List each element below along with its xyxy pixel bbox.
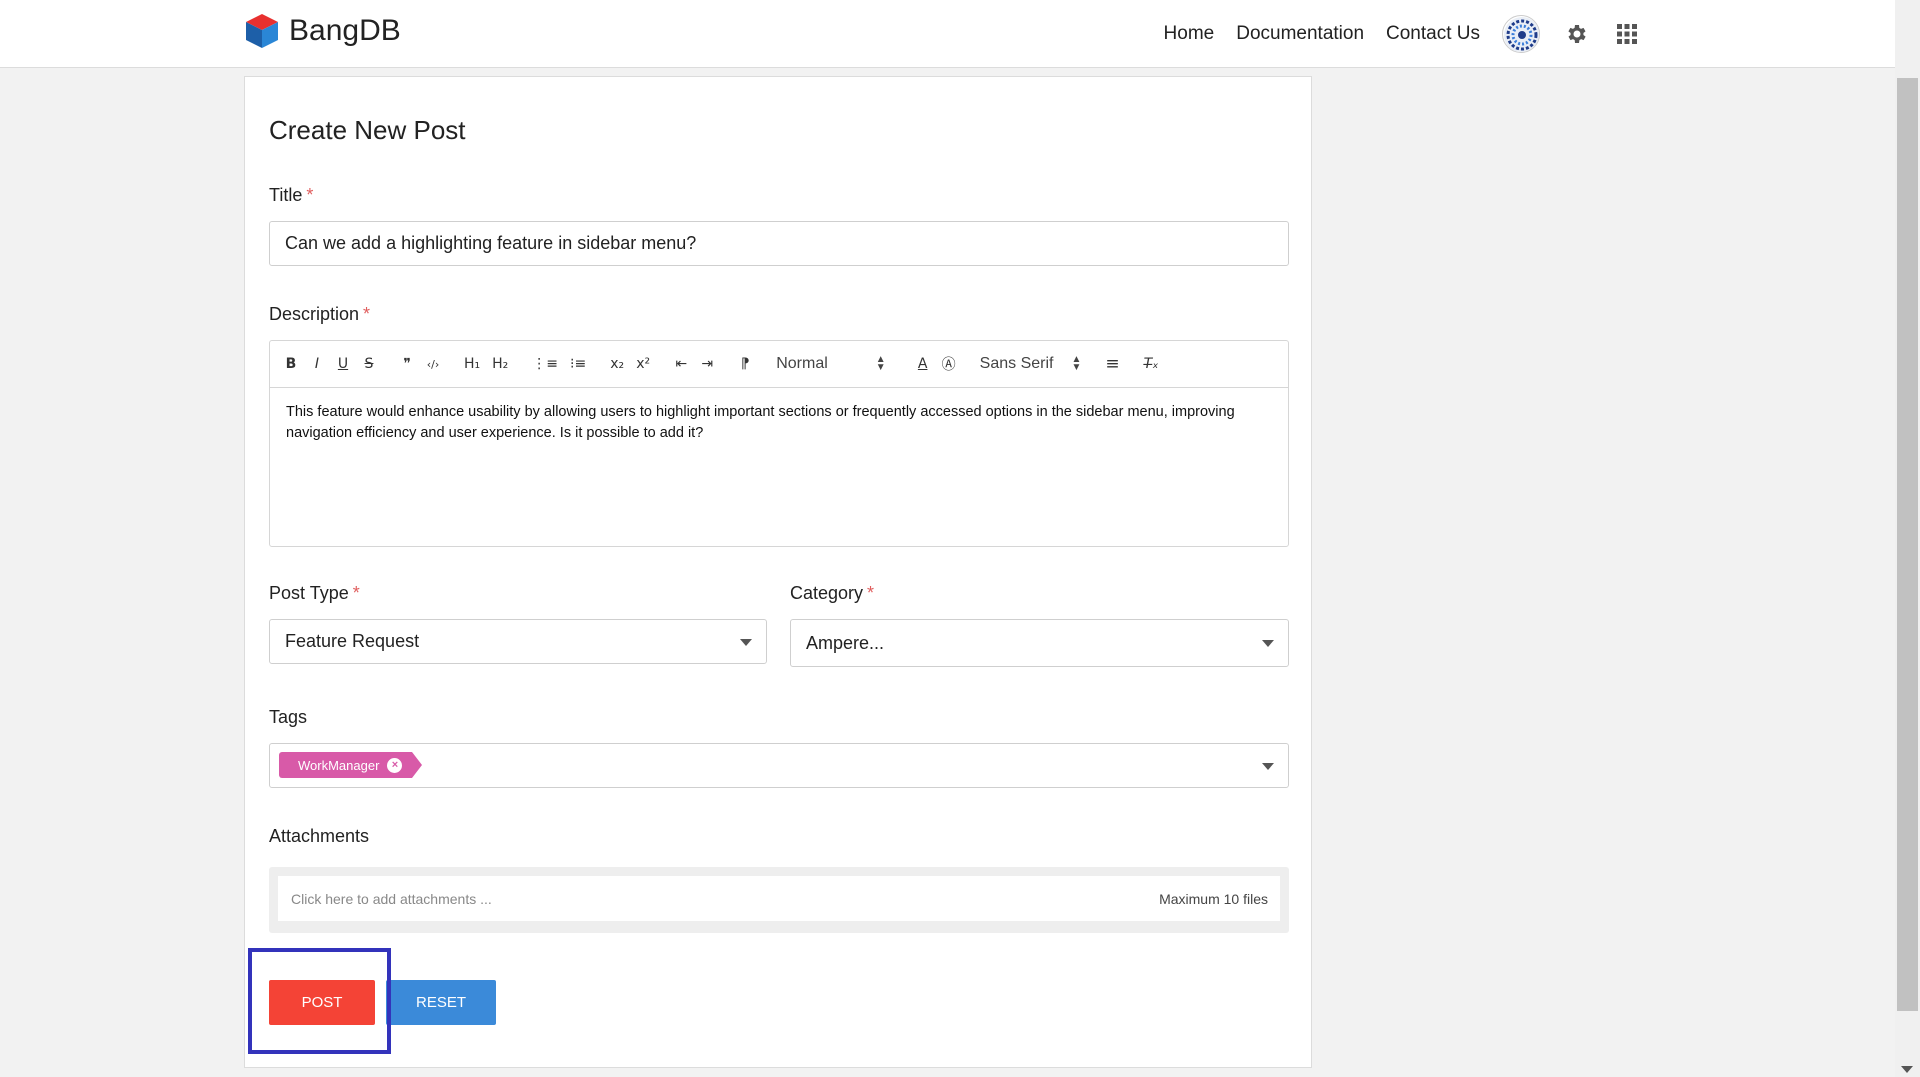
chevron-down-icon [1262,762,1274,770]
updown-icon: ▲ ▼ [1071,354,1082,373]
remove-tag-icon[interactable]: × [387,757,403,773]
attachments-label: Attachments [269,826,370,846]
category-select[interactable]: Ampere... [790,619,1289,667]
chevron-down-icon [1262,640,1274,647]
rich-text-editor: B I U S ❞ ‹/› H₁ H₂ ⋮≡ ⁝≡ x₂ x² ⇤ ⇥ ⁋ No… [269,340,1289,547]
text-direction-icon[interactable]: ⁋ [738,356,752,372]
chevron-down-icon [740,638,752,646]
post-type-value: Feature Request [285,631,420,651]
font-select-value: Sans Serif [979,355,1054,372]
attachments-input[interactable]: Click here to add attachments ... Maximu… [278,876,1280,921]
underline-button[interactable]: U [336,356,350,372]
title-input[interactable]: Can we add a highlighting feature in sid… [269,221,1289,266]
tag-label: WorkManager [298,757,380,773]
required-marker: * [867,583,875,603]
italic-button[interactable]: I [310,356,324,372]
top-nav: Home Documentation Contact Us [1142,0,1640,68]
post-type-select[interactable]: Feature Request [269,619,767,664]
apps-grid-icon[interactable] [1614,21,1640,47]
category-value: Ampere... [806,632,885,653]
strike-button[interactable]: S [362,356,376,372]
tags-label: Tags [269,707,308,727]
ordered-list-icon[interactable]: ⋮≡ [532,356,558,372]
font-select[interactable]: Sans Serif ▲ ▼ [980,355,1082,373]
scroll-down-arrow-icon[interactable] [1901,1066,1913,1073]
post-type-label: Post Type * [269,583,360,604]
page-scrollbar[interactable] [1895,0,1920,1077]
clear-format-icon[interactable]: T̶ₓ [1144,356,1159,372]
create-post-card: Create New Post Title * Can we add a high… [244,76,1312,1068]
required-marker: * [352,583,360,603]
bold-button[interactable]: B [284,356,298,372]
description-label-text: Description [269,304,360,324]
align-icon[interactable]: ≡ [1105,354,1119,374]
bangdb-cube-icon [246,14,278,48]
required-marker: * [363,304,371,324]
required-marker: * [306,185,314,205]
editor-toolbar: B I U S ❞ ‹/› H₁ H₂ ⋮≡ ⁝≡ x₂ x² ⇤ ⇥ ⁋ No… [270,341,1288,388]
avatar-image [1504,17,1539,52]
category-label-text: Category [790,583,864,603]
background-color-icon[interactable]: Ⓐ [942,354,956,374]
post-type-label-text: Post Type [269,583,349,603]
page-title: Create New Post [269,115,466,145]
title-label-text: Title [269,185,303,205]
nav-home[interactable]: Home [1164,23,1215,45]
heading2-button[interactable]: H₂ [492,356,508,372]
size-select-value: Normal [776,355,828,372]
brand-name: BangDB [289,14,401,47]
code-icon[interactable]: ‹/› [426,358,440,371]
tag-chip: WorkManager × [279,752,423,778]
avatar[interactable] [1502,15,1540,53]
scrollbar-thumb[interactable] [1897,78,1918,1011]
brand-logo[interactable]: BangDB [243,12,401,50]
attachments-dropzone: Click here to add attachments ... Maximu… [269,867,1289,933]
category-label: Category * [790,583,874,604]
nav-documentation[interactable]: Documentation [1236,23,1364,45]
post-button-highlight [248,948,391,1054]
top-navbar: BangDB Home Documentation Contact Us [0,0,1895,68]
title-label: Title * [269,185,313,206]
editor-content[interactable]: This feature would enhance usability by … [270,388,1288,458]
outdent-icon[interactable]: ⇤ [674,356,688,372]
title-input-value: Can we add a highlighting feature in sid… [285,233,697,253]
attachments-limit: Maximum 10 files [1159,890,1268,907]
superscript-button[interactable]: x² [636,356,650,372]
subscript-button[interactable]: x₂ [610,356,624,372]
font-color-icon[interactable]: A [916,356,930,372]
indent-icon[interactable]: ⇥ [700,356,714,372]
updown-icon: ▲ ▼ [875,354,886,373]
gear-icon[interactable] [1564,21,1590,47]
heading1-button[interactable]: H₁ [464,356,480,372]
blockquote-icon[interactable]: ❞ [400,356,414,372]
reset-button[interactable]: RESET [386,980,496,1025]
size-select[interactable]: Normal ▲ ▼ [776,355,885,373]
nav-contact-us[interactable]: Contact Us [1386,23,1480,45]
description-label: Description * [269,304,370,325]
attachments-placeholder: Click here to add attachments ... [291,890,492,907]
bullet-list-icon[interactable]: ⁝≡ [570,356,586,372]
tags-select[interactable]: WorkManager × [269,743,1289,788]
